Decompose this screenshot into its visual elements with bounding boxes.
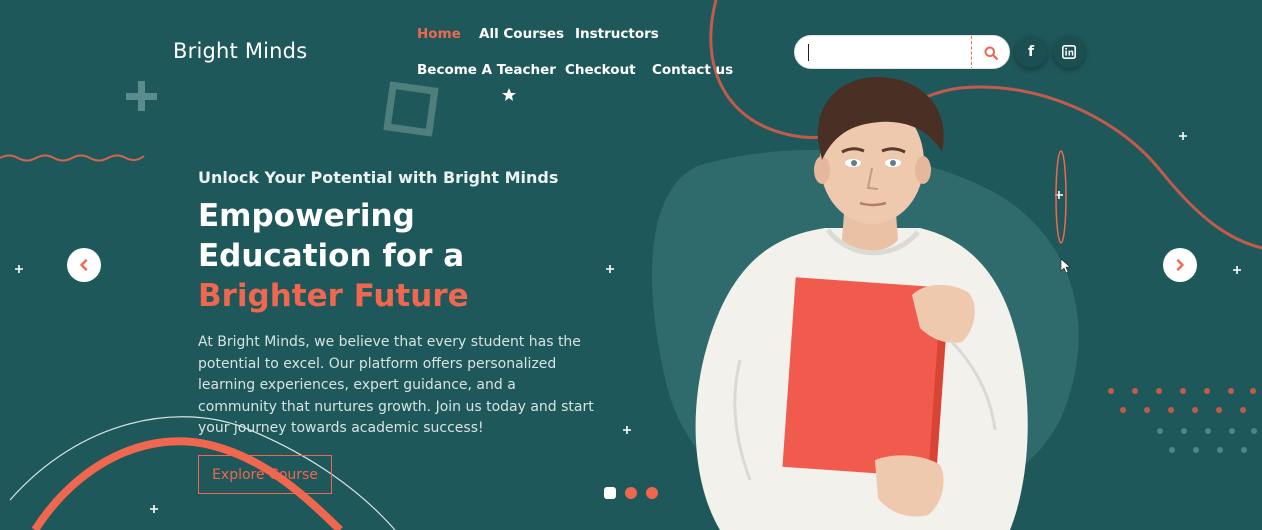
plus-shape-large: [126, 81, 157, 111]
text-caret: [808, 44, 809, 61]
linkedin-button[interactable]: [1053, 36, 1085, 68]
chevron-right-icon: [1176, 259, 1184, 271]
carousel-prev-button[interactable]: [67, 248, 101, 282]
orange-ellipse-shape: [1055, 150, 1067, 244]
facebook-icon: f: [1027, 44, 1035, 60]
hero-headline-line1: Empowering: [198, 198, 415, 234]
hero-description: At Bright Minds, we believe that every s…: [198, 334, 594, 436]
carousel-dot-3[interactable]: [646, 487, 658, 499]
nav-item-all-courses[interactable]: All Courses: [479, 26, 564, 42]
explore-course-button[interactable]: Explore Course: [198, 455, 332, 494]
search-bar: [794, 35, 1010, 69]
nav-item-checkout[interactable]: Checkout: [565, 62, 636, 78]
hero-headline-line2: Education for a: [198, 238, 465, 274]
carousel-dot-1[interactable]: [604, 487, 616, 499]
star-shape: [502, 88, 516, 101]
carousel-next-button[interactable]: [1163, 248, 1197, 282]
nav-item-home[interactable]: Home: [417, 26, 461, 42]
hero-eyebrow: Unlock Your Potential with Bright Minds: [198, 168, 559, 187]
wave-line-left: [0, 154, 145, 162]
dot-grid-orange: [1108, 388, 1256, 413]
rotated-square-shape: [383, 81, 439, 137]
hero-headline-accent: Brighter Future: [198, 278, 469, 314]
hero-section: Bright Minds Home All Courses Instructor…: [0, 0, 1262, 530]
student-illustration: [695, 77, 1028, 530]
linkedin-icon: [1062, 45, 1076, 59]
nav-item-become-a-teacher[interactable]: Become A Teacher: [417, 62, 556, 78]
nav-item-contact-us[interactable]: Contact us: [652, 62, 733, 78]
search-icon: [984, 46, 998, 60]
facebook-button[interactable]: f: [1015, 36, 1047, 68]
dot-grid-teal: [1157, 428, 1257, 453]
nav-item-instructors[interactable]: Instructors: [575, 26, 659, 42]
background-decorations: [0, 0, 1262, 530]
search-input[interactable]: [805, 41, 965, 65]
carousel-dot-2[interactable]: [625, 487, 637, 499]
chevron-left-icon: [80, 259, 88, 271]
search-button[interactable]: [971, 36, 1009, 68]
brand-logo[interactable]: Bright Minds: [173, 39, 307, 63]
